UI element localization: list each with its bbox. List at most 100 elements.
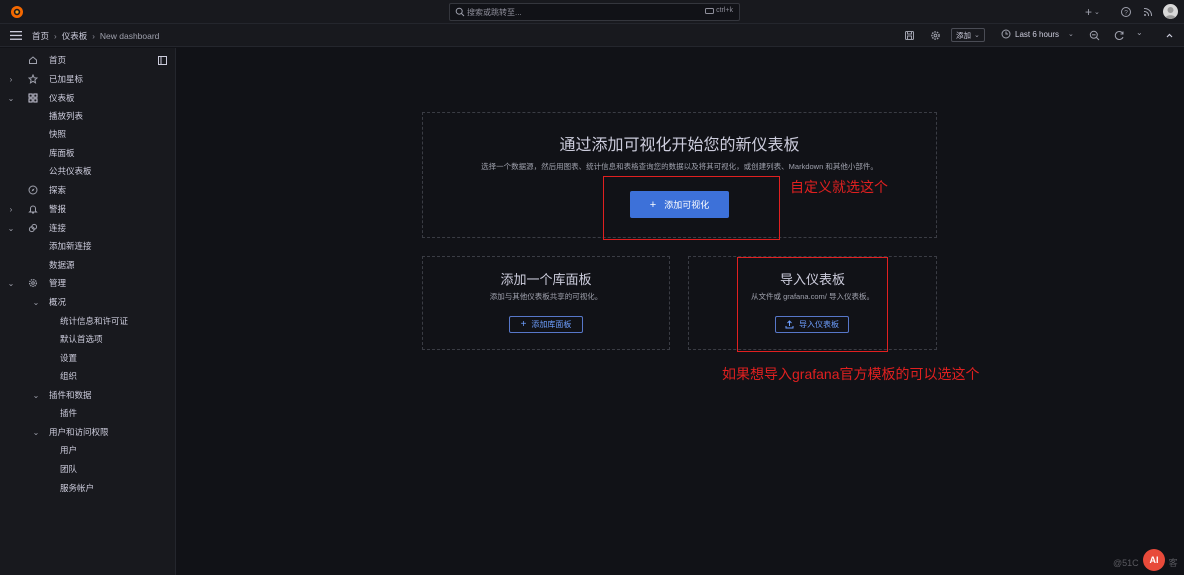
dashboard-nav-bar: 首页 › 仪表板 › New dashboard 添加 ⌄ Last 6 hou… <box>0 24 1184 47</box>
sidebar-item-label: 概况 <box>49 297 67 307</box>
sidebar-item-label: 连接 <box>49 223 67 233</box>
search-input[interactable]: 搜索或跳转至... ctrl+k <box>449 3 740 21</box>
settings-gear-icon[interactable] <box>930 30 941 41</box>
refresh-icon[interactable] <box>1114 30 1125 41</box>
search-shortcut: ctrl+k <box>705 7 733 14</box>
sidebar-item[interactable]: 首页 <box>0 51 175 69</box>
chevron-up-icon[interactable] <box>1164 30 1175 41</box>
sidebar-item-label: 统计信息和许可证 <box>60 316 129 326</box>
library-title: 添加一个库面板 <box>500 272 592 287</box>
sidebar-item[interactable]: 用户 <box>0 441 175 459</box>
chevron-down-icon[interactable]: ⌄ <box>7 94 15 103</box>
sidebar-item[interactable]: 添加新连接 <box>0 237 175 255</box>
chevron-right-icon[interactable]: › <box>7 75 15 84</box>
sidebar-item-label: 播放列表 <box>49 111 84 121</box>
watermark-suffix: 客 <box>1168 558 1178 568</box>
chevron-down-icon[interactable]: ⌄ <box>32 298 40 307</box>
chevron-down-icon: ⌄ <box>1068 31 1074 38</box>
help-icon[interactable]: ? <box>1120 6 1132 18</box>
sidebar-item[interactable]: 设置 <box>0 349 175 367</box>
sidebar-item-label: 首页 <box>49 55 67 65</box>
add-library-panel-label: 添加库面板 <box>531 320 572 329</box>
plus-menu-button[interactable]: + ⌄ <box>1085 5 1100 19</box>
link-icon <box>28 223 38 233</box>
top-bar: 搜索或跳转至... ctrl+k + ⌄ ? <box>0 0 1184 24</box>
chevron-down-icon: ⌄ <box>1094 9 1100 16</box>
sidebar-item[interactable]: 统计信息和许可证 <box>0 312 175 330</box>
keyboard-icon <box>705 7 715 14</box>
time-range-picker[interactable]: Last 6 hours ⌄ <box>1001 29 1074 39</box>
sidebar-item-label: 添加新连接 <box>49 241 92 251</box>
sidebar-item[interactable]: 播放列表 <box>0 107 175 125</box>
sidebar-item[interactable]: 探索 <box>0 181 175 199</box>
sidebar-item[interactable]: 默认首选项 <box>0 330 175 348</box>
breadcrumb-separator-icon: › <box>54 31 57 41</box>
sidebar-item-label: 团队 <box>60 464 78 474</box>
sidebar-item[interactable]: 插件 <box>0 404 175 422</box>
chevron-down-icon[interactable]: ⌄ <box>7 224 15 233</box>
user-icon <box>1165 7 1176 19</box>
sidebar-item-label: 警报 <box>49 204 67 214</box>
breadcrumb-separator-icon: › <box>92 31 95 41</box>
sidebar-item[interactable]: ⌄ 仪表板 <box>0 89 175 107</box>
sidebar-item[interactable]: ⌄ 用户和访问权限 <box>0 423 175 441</box>
chevron-down-icon[interactable]: ⌄ <box>32 391 40 400</box>
sidebar-item[interactable]: 库面板 <box>0 144 175 162</box>
sidebar-item[interactable]: 快照 <box>0 125 175 143</box>
user-avatar[interactable] <box>1163 4 1178 19</box>
zoom-out-icon[interactable] <box>1089 30 1100 41</box>
sidebar-item-label: 设置 <box>60 353 78 363</box>
sidebar-item-label: 管理 <box>49 278 67 288</box>
menu-hamburger-icon[interactable] <box>10 31 22 40</box>
chevron-down-icon[interactable]: ⌄ <box>7 279 15 288</box>
save-icon[interactable] <box>904 30 915 41</box>
sidebar-item[interactable]: 组织 <box>0 367 175 385</box>
chevron-down-icon[interactable]: ⌄ <box>32 428 40 437</box>
sidebar-item[interactable]: ⌄ 概况 <box>0 293 175 311</box>
sidebar-item-label: 数据源 <box>49 260 75 270</box>
chevron-right-icon[interactable]: › <box>7 205 15 214</box>
sidebar-item-label: 库面板 <box>49 148 75 158</box>
sidebar-item-label: 公共仪表板 <box>49 166 92 176</box>
search-icon <box>455 7 465 17</box>
sidebar-item[interactable]: › 警报 <box>0 200 175 218</box>
breadcrumb: 首页 › 仪表板 › New dashboard <box>32 30 159 42</box>
svg-text:?: ? <box>1124 9 1128 16</box>
sidebar-item[interactable]: ⌄ 管理 <box>0 274 175 292</box>
search-placeholder: 搜索或跳转至... <box>467 8 522 17</box>
sidebar-item-label: 探索 <box>49 185 67 195</box>
sidebar-item[interactable]: 数据源 <box>0 256 175 274</box>
sidebar-item[interactable]: 团队 <box>0 460 175 478</box>
breadcrumb-dashboards[interactable]: 仪表板 <box>62 30 88 42</box>
sidebar-item-label: 组织 <box>60 371 78 381</box>
hero-description: 选择一个数据源，然后用图表、统计信息和表格查询您的数据以及将其可视化，或创建列表… <box>481 162 878 171</box>
sidebar-item[interactable]: ⌄ 连接 <box>0 219 175 237</box>
sidebar-item[interactable]: ⌄ 插件和数据 <box>0 386 175 404</box>
library-description: 添加与其他仪表板共享的可视化。 <box>489 292 603 301</box>
plus-icon: + <box>1085 5 1093 19</box>
annotation-highlight-import <box>737 257 888 352</box>
add-label: 添加 <box>956 30 971 40</box>
sidebar-item-label: 快照 <box>49 129 67 139</box>
sidebar-item[interactable]: 服务帐户 <box>0 479 175 497</box>
search-shortcut-label: ctrl+k <box>716 7 733 14</box>
hero-title: 通过添加可视化开始您的新仪表板 <box>559 137 800 154</box>
sidebar-item-label: 插件和数据 <box>49 390 92 400</box>
annotation-custom-text: 自定义就选这个 <box>790 179 888 195</box>
library-panel-card: 添加一个库面板 添加与其他仪表板共享的可视化。 <box>422 256 670 350</box>
sidebar-item-label: 插件 <box>60 408 78 418</box>
add-dropdown-button[interactable]: 添加 ⌄ <box>951 28 985 42</box>
sidebar-item-label: 已加星标 <box>49 74 84 84</box>
annotation-import-text: 如果想导入grafana官方模板的可以选这个 <box>722 366 980 382</box>
sidebar-item-label: 仪表板 <box>49 93 75 103</box>
sidebar-item[interactable]: 公共仪表板 <box>0 162 175 180</box>
rss-news-icon[interactable] <box>1142 6 1154 18</box>
time-range-label: Last 6 hours <box>1015 29 1060 39</box>
gear-icon <box>28 278 38 288</box>
grafana-logo-icon[interactable] <box>10 5 24 19</box>
breadcrumb-home[interactable]: 首页 <box>32 30 49 42</box>
add-library-panel-button[interactable]: + 添加库面板 <box>509 316 583 333</box>
sidebar-item[interactable]: › 已加星标 <box>0 70 175 88</box>
breadcrumb-current: New dashboard <box>99 31 160 41</box>
refresh-interval-chevron-icon[interactable]: ⌄ <box>1136 28 1143 37</box>
